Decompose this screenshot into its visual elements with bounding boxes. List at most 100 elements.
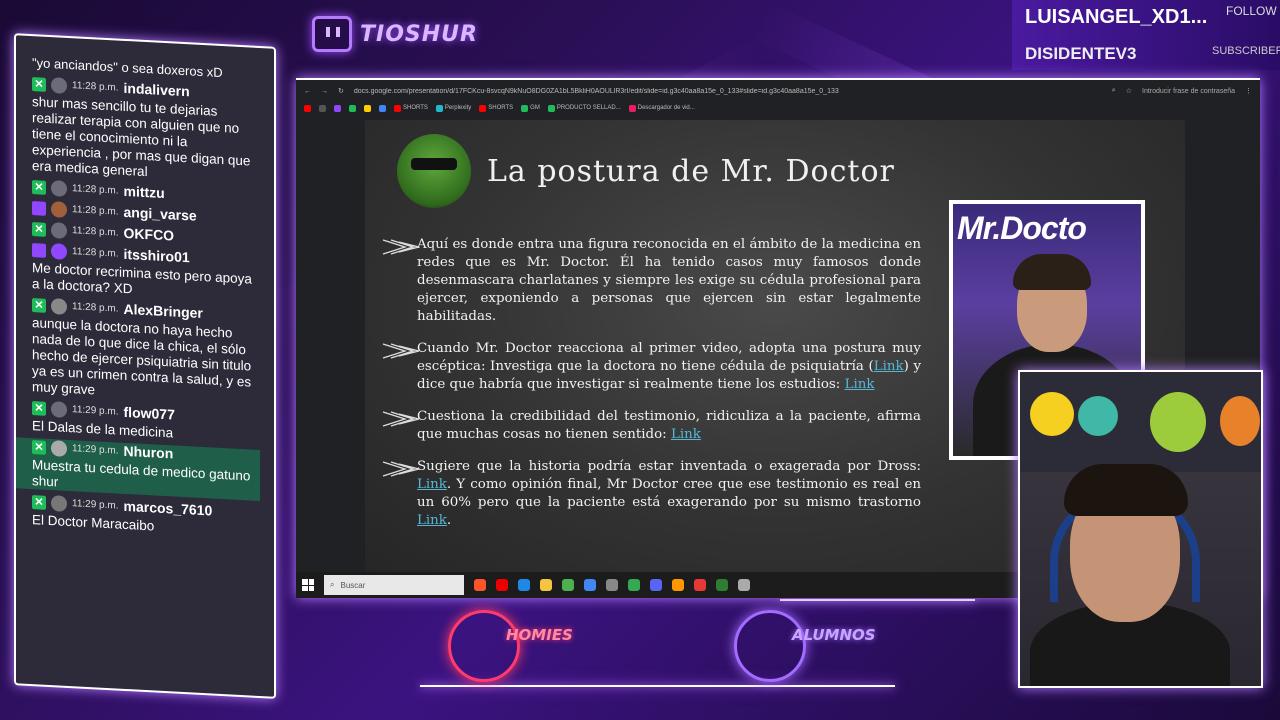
app-icon[interactable] (584, 579, 596, 591)
twitch-icon[interactable] (334, 104, 341, 112)
webcam-overlay (1018, 370, 1263, 688)
edge-icon[interactable] (518, 579, 530, 591)
slide-link[interactable]: Link (845, 377, 875, 392)
reload-icon[interactable]: ↻ (338, 87, 344, 95)
moderator-badge-icon: ✕ (32, 179, 46, 195)
chrome-icon[interactable] (628, 579, 640, 591)
app-icon[interactable] (738, 579, 750, 591)
store-icon[interactable] (562, 579, 574, 591)
chat-time: 11:28 p.m. (72, 80, 119, 94)
bookmark[interactable]: SHORTS (394, 104, 428, 112)
arrow-bullet-icon (382, 239, 420, 255)
url-text[interactable]: docs.google.com/presentation/d/17FCKcu-8… (354, 88, 1102, 95)
youtube-icon (394, 104, 401, 112)
alumnos-label: ALUMNOS (792, 626, 876, 644)
search-icon: ⌕ (330, 580, 335, 589)
chat-text: sea doxeros xD (132, 60, 223, 81)
chat-username[interactable]: marcos_7610 (124, 498, 213, 520)
chat-username[interactable]: flow077 (124, 404, 175, 424)
bullet-item: Cuestiona la credibilidad del testimonio… (381, 408, 921, 444)
chat-list: "yo anciandos" o sea doxeros xD ✕ 11:28 p… (16, 36, 260, 544)
person-hair (1064, 464, 1188, 516)
bookmark-label: SHORTS (488, 105, 514, 111)
taskbar-search[interactable]: ⌕ Buscar (324, 575, 464, 595)
chat-username[interactable]: Nhuron (124, 443, 174, 463)
slide-link[interactable]: Link (417, 477, 447, 492)
star-icon[interactable]: ☆ (1126, 87, 1132, 95)
bookmark-icon[interactable] (379, 104, 386, 112)
slide-link[interactable]: Link (671, 427, 701, 442)
subscriber-label: SUBSCRIBER (1212, 45, 1280, 57)
moderator-badge-icon: ✕ (32, 400, 46, 416)
bullet-text: Aquí es donde entra una figura reconocid… (417, 237, 921, 324)
moderator-badge-icon: ✕ (32, 494, 46, 510)
chat-time: 11:29 p.m. (72, 443, 119, 457)
bookmark-icon[interactable] (349, 104, 356, 112)
chat-username[interactable]: indalivern (124, 80, 190, 100)
youtube-icon[interactable] (304, 104, 311, 112)
avatar (51, 297, 67, 315)
chat-time: 11:29 p.m. (72, 404, 119, 418)
avatar (51, 400, 67, 418)
search-placeholder: Buscar (340, 580, 366, 590)
discord-icon[interactable] (650, 579, 662, 591)
moderator-badge-icon: ✕ (32, 439, 46, 455)
avatar (51, 439, 67, 457)
app-icon[interactable] (716, 579, 728, 591)
bullet-item: Aquí es donde entra una figura reconocid… (381, 236, 921, 326)
bullet-text: . Y como opinión final, Mr Doctor cree q… (417, 477, 921, 510)
chat-message: ✕ 11:28 p.m. AlexBringer aunque la doctora… (32, 296, 260, 407)
folder-icon[interactable] (540, 579, 552, 591)
bookmark[interactable]: GM (521, 104, 540, 112)
chat-text: aunque la doctora no haya hecho nada de … (32, 315, 252, 398)
bookmark-label: Perplexity (444, 105, 472, 111)
arrow-bullet-icon (382, 411, 420, 427)
bookmark-label: PRODUCTO SELLAD... (556, 105, 621, 111)
back-icon[interactable]: ← (304, 88, 311, 95)
chat-username[interactable]: AlexBringer (124, 301, 203, 322)
moderator-badge-icon: ✕ (32, 221, 46, 237)
chat-text-prefix: "yo anciandos" o (32, 55, 133, 76)
bullet-list: Aquí es donde entra una figura reconocid… (381, 236, 921, 544)
bookmark[interactable]: Descargador de vid... (628, 104, 695, 112)
moderator-badge-icon: ✕ (32, 76, 46, 92)
chat-time: 11:28 p.m. (72, 225, 119, 239)
chat-username[interactable]: angi_varse (124, 204, 197, 225)
twitch-icon (312, 16, 352, 52)
bookmark[interactable]: SHORTS (479, 104, 514, 112)
app-icon[interactable] (694, 579, 706, 591)
chat-username[interactable]: itsshiro01 (124, 246, 190, 266)
chat-time: 11:28 p.m. (72, 204, 119, 218)
bookmark[interactable]: PRODUCTO SELLAD... (547, 104, 621, 112)
bullet-text: Sugiere que la historia podría estar inv… (417, 459, 921, 474)
bullet-text: Cuando Mr. Doctor reacciona al primer vi… (417, 341, 921, 374)
bookmark-icon[interactable] (364, 104, 371, 112)
moderator-badge-icon: ✕ (32, 297, 46, 313)
chat-username[interactable]: mittzu (124, 183, 165, 202)
bookmark-label: GM (530, 105, 540, 111)
address-bar[interactable]: ← → ↻ docs.google.com/presentation/d/17F… (304, 84, 1252, 98)
slide-title: La postura de Mr. Doctor (487, 154, 895, 189)
bullet-text: Cuestiona la credibilidad del testimonio… (417, 409, 921, 442)
password-hint[interactable]: Introducir frase de contraseña (1142, 88, 1235, 95)
slide-link[interactable]: Link (417, 513, 447, 528)
chat-message: 11:28 p.m. itsshiro01 Me doctor recrimina… (32, 241, 260, 304)
opera-icon[interactable] (496, 579, 508, 591)
subscriber-badge-icon (32, 242, 46, 258)
app-icon[interactable] (606, 579, 618, 591)
homies-logo-icon (448, 610, 520, 682)
menu-icon[interactable]: ⋮ (1245, 87, 1252, 95)
x-icon[interactable] (319, 104, 326, 112)
sheet-icon (547, 104, 555, 112)
chat-text: shur mas sencillo tu te dejarias realiza… (32, 94, 251, 180)
bookmark[interactable]: Perplexity (435, 104, 472, 112)
chat-username[interactable]: OKFCO (124, 225, 175, 245)
forward-icon[interactable]: → (321, 88, 328, 95)
youtube-icon (479, 104, 487, 112)
app-icon[interactable] (672, 579, 684, 591)
zoom-icon[interactable]: ⌕ (1112, 87, 1116, 95)
brave-icon[interactable] (474, 579, 486, 591)
windows-start-icon[interactable] (302, 579, 314, 591)
bookmarks-bar: SHORTS Perplexity SHORTS GM PRODUCTO SEL… (304, 102, 1252, 114)
slide-link[interactable]: Link (874, 359, 904, 374)
